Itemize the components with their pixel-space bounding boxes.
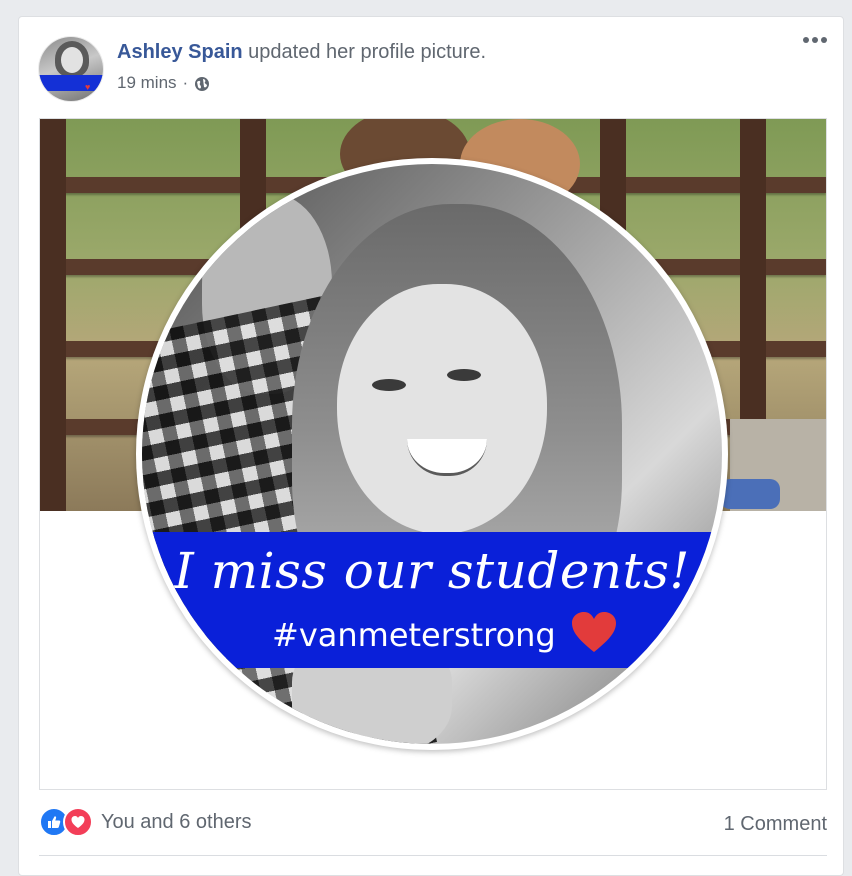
profile-picture-frame[interactable]: I miss our students! #vanmeterstrong	[136, 158, 728, 750]
post-action-text: updated her profile picture.	[242, 41, 487, 63]
post-header-line: Ashley Spain updated her profile picture…	[117, 41, 486, 64]
author-avatar[interactable]: ♥	[39, 37, 103, 101]
more-dot	[803, 37, 809, 43]
bridge-post	[740, 119, 766, 419]
globe-icon[interactable]	[194, 76, 210, 92]
reactions-summary[interactable]: You and 6 others	[39, 807, 252, 837]
banner-hashtag: #vanmeterstrong	[272, 616, 556, 654]
footer-divider	[39, 855, 827, 856]
love-icon	[63, 807, 93, 837]
heart-icon	[572, 612, 616, 652]
bridge-post	[40, 119, 66, 511]
photo-eye	[447, 369, 481, 381]
meta-separator: ·	[182, 73, 189, 92]
post-timestamp[interactable]: 19 mins	[117, 73, 177, 93]
avatar-face	[61, 47, 83, 73]
author-name-link[interactable]: Ashley Spain	[117, 41, 243, 63]
banner-title: I miss our students!	[174, 542, 690, 600]
avatar-heart-icon: ♥	[85, 82, 91, 92]
post-footer: You and 6 others 1 Comment	[39, 807, 827, 843]
feed-post: ♥ Ashley Spain updated her profile pictu…	[18, 16, 844, 876]
photo-eye	[372, 379, 406, 391]
more-options-button[interactable]	[803, 37, 827, 43]
more-dot	[812, 37, 818, 43]
comments-count-link[interactable]: 1 Comment	[724, 813, 827, 836]
frame-banner: I miss our students! #vanmeterstrong	[142, 532, 722, 668]
avatar-banner	[39, 75, 103, 91]
photo-face	[337, 284, 547, 534]
post-media[interactable]: I miss our students! #vanmeterstrong	[39, 118, 827, 790]
post-meta: 19 mins ·	[117, 73, 210, 93]
profile-picture: I miss our students! #vanmeterstrong	[142, 164, 722, 744]
cover-sleeve	[720, 479, 780, 509]
more-dot	[821, 37, 827, 43]
reactions-text: You and 6 others	[101, 810, 252, 833]
